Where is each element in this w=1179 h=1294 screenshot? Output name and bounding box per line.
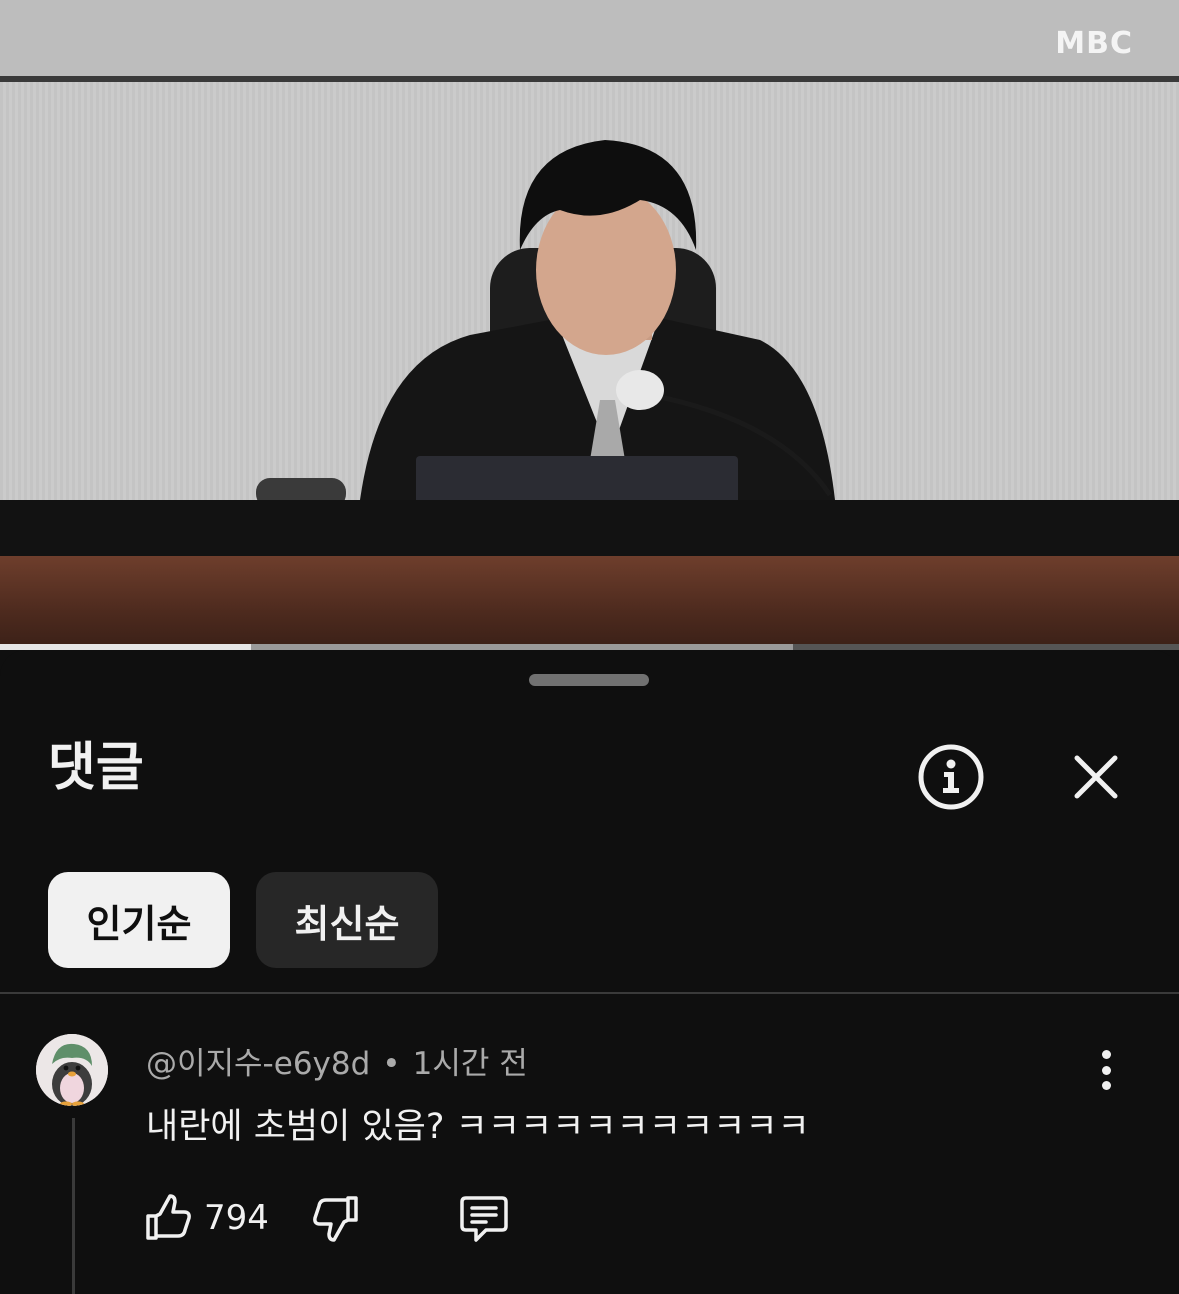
drag-handle[interactable] — [529, 674, 649, 686]
meta-separator: • — [382, 1046, 401, 1082]
sort-chip-newest[interactable]: 최신순 — [256, 872, 438, 968]
thumbs-down-icon — [313, 1196, 358, 1242]
more-options-button[interactable] — [1086, 1046, 1126, 1094]
panel-title: 댓글 — [48, 738, 144, 798]
avatar[interactable] — [36, 1034, 108, 1106]
close-button[interactable] — [1066, 747, 1126, 807]
dislike-button[interactable] — [308, 1190, 364, 1246]
judge-bench — [0, 500, 1179, 560]
comments-panel: 댓글 인기순 최신순 @이지수-e6y8d • 1시간 전 내란에 초범이 있음… — [0, 650, 1179, 1294]
comment-text: 내란에 초범이 있음? ㅋㅋㅋㅋㅋㅋㅋㅋㅋㅋㅋ — [146, 1107, 810, 1147]
close-x-icon — [1074, 755, 1118, 799]
reply-icon — [460, 1196, 508, 1242]
wooden-desk — [0, 556, 1179, 650]
video-player[interactable]: MBC — [0, 0, 1179, 650]
thumbs-up-icon — [146, 1194, 191, 1240]
sort-chip-popular[interactable]: 인기순 — [48, 872, 230, 968]
comment-author[interactable]: @이지수-e6y8d — [146, 1046, 370, 1082]
like-button[interactable] — [140, 1190, 196, 1246]
info-circle-icon — [918, 744, 984, 810]
thread-line — [72, 1118, 75, 1294]
comment-time: 1시간 전 — [412, 1046, 528, 1082]
penguin-avatar-icon — [36, 1034, 108, 1106]
more-vertical-icon — [1101, 1050, 1111, 1059]
channel-watermark: MBC — [1055, 26, 1133, 61]
like-count: 794 — [204, 1198, 269, 1238]
comment-meta: @이지수-e6y8d • 1시간 전 — [146, 1038, 528, 1083]
section-divider — [0, 992, 1179, 994]
info-button[interactable] — [917, 743, 985, 811]
reply-button[interactable] — [456, 1190, 512, 1246]
